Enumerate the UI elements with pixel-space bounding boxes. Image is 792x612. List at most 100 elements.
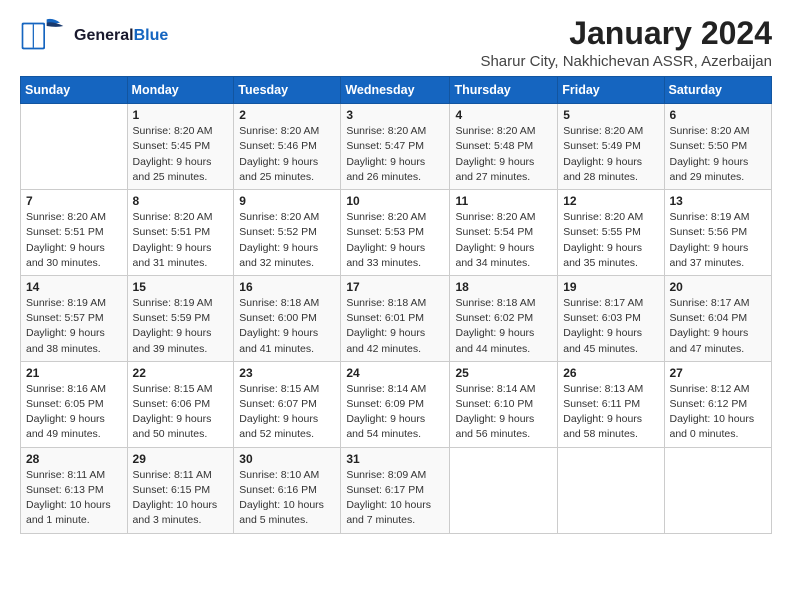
logo-text-block: GeneralBlue [74,27,168,45]
day-number: 26 [563,366,658,380]
day-info: Sunrise: 8:18 AM Sunset: 6:01 PM Dayligh… [346,296,444,357]
calendar-cell: 12Sunrise: 8:20 AM Sunset: 5:55 PM Dayli… [558,190,664,276]
day-info: Sunrise: 8:17 AM Sunset: 6:03 PM Dayligh… [563,296,658,357]
logo-general: GeneralBlue [74,27,168,45]
day-info: Sunrise: 8:10 AM Sunset: 6:16 PM Dayligh… [239,468,335,529]
day-number: 6 [670,108,767,122]
weekday-header-monday: Monday [127,77,234,104]
day-info: Sunrise: 8:18 AM Sunset: 6:02 PM Dayligh… [455,296,552,357]
day-info: Sunrise: 8:14 AM Sunset: 6:10 PM Dayligh… [455,382,552,443]
week-row-2: 7 Sunrise: 8:20 AM Sunset: 5:51 PM Daylig… [21,190,772,276]
day-info: Sunrise: 8:20 AM Sunset: 5:45 PM Dayligh… [133,124,229,185]
day-number: 1 [133,108,229,122]
day-number: 30 [239,452,335,466]
calendar-cell: 11 Sunrise: 8:20 AM Sunset: 5:54 PM Dayli… [450,190,558,276]
calendar-cell: 30 Sunrise: 8:10 AM Sunset: 6:16 PM Dayli… [234,447,341,533]
day-number: 22 [133,366,229,380]
day-number: 5 [563,108,658,122]
calendar-cell: 19 Sunrise: 8:17 AM Sunset: 6:03 PM Dayli… [558,275,664,361]
day-number: 3 [346,108,444,122]
calendar-cell: 9 Sunrise: 8:20 AM Sunset: 5:52 PM Daylig… [234,190,341,276]
calendar-cell: 8Sunrise: 8:20 AM Sunset: 5:51 PM Daylig… [127,190,234,276]
calendar-cell: 27 Sunrise: 8:12 AM Sunset: 6:12 PM Dayli… [664,361,772,447]
month-title: January 2024 [480,16,772,51]
day-info: Sunrise: 8:20 AM Sunset: 5:54 PM Dayligh… [455,210,552,271]
calendar-cell [450,447,558,533]
weekday-header-tuesday: Tuesday [234,77,341,104]
calendar-cell: 31Sunrise: 8:09 AM Sunset: 6:17 PM Dayli… [341,447,450,533]
day-info: Sunrise: 8:15 AM Sunset: 6:06 PM Dayligh… [133,382,229,443]
calendar-cell: 25 Sunrise: 8:14 AM Sunset: 6:10 PM Dayli… [450,361,558,447]
weekday-header-friday: Friday [558,77,664,104]
calendar-cell [21,104,128,190]
calendar-cell: 24Sunrise: 8:14 AM Sunset: 6:09 PM Dayli… [341,361,450,447]
day-number: 25 [455,366,552,380]
calendar-table: SundayMondayTuesdayWednesdayThursdayFrid… [20,76,772,533]
day-info: Sunrise: 8:11 AM Sunset: 6:15 PM Dayligh… [133,468,229,529]
day-number: 23 [239,366,335,380]
calendar-cell: 4 Sunrise: 8:20 AM Sunset: 5:48 PM Daylig… [450,104,558,190]
day-info: Sunrise: 8:20 AM Sunset: 5:48 PM Dayligh… [455,124,552,185]
calendar-cell: 3 Sunrise: 8:20 AM Sunset: 5:47 PM Daylig… [341,104,450,190]
day-info: Sunrise: 8:20 AM Sunset: 5:51 PM Dayligh… [133,210,229,271]
day-number: 14 [26,280,122,294]
logo-svg [20,16,70,56]
calendar-cell: 5 Sunrise: 8:20 AM Sunset: 5:49 PM Daylig… [558,104,664,190]
day-number: 29 [133,452,229,466]
day-number: 27 [670,366,767,380]
logo: GeneralBlue [20,16,168,56]
weekday-header-row: SundayMondayTuesdayWednesdayThursdayFrid… [21,77,772,104]
day-number: 7 [26,194,122,208]
day-info: Sunrise: 8:19 AM Sunset: 5:59 PM Dayligh… [133,296,229,357]
day-number: 12 [563,194,658,208]
day-number: 9 [239,194,335,208]
day-number: 4 [455,108,552,122]
day-number: 2 [239,108,335,122]
calendar-cell: 16Sunrise: 8:18 AM Sunset: 6:00 PM Dayli… [234,275,341,361]
day-info: Sunrise: 8:19 AM Sunset: 5:56 PM Dayligh… [670,210,767,271]
day-info: Sunrise: 8:20 AM Sunset: 5:50 PM Dayligh… [670,124,767,185]
week-row-5: 28 Sunrise: 8:11 AM Sunset: 6:13 PM Dayli… [21,447,772,533]
day-number: 21 [26,366,122,380]
day-info: Sunrise: 8:15 AM Sunset: 6:07 PM Dayligh… [239,382,335,443]
day-number: 15 [133,280,229,294]
week-row-3: 14 Sunrise: 8:19 AM Sunset: 5:57 PM Dayli… [21,275,772,361]
day-info: Sunrise: 8:19 AM Sunset: 5:57 PM Dayligh… [26,296,122,357]
day-number: 20 [670,280,767,294]
calendar-cell: 23 Sunrise: 8:15 AM Sunset: 6:07 PM Dayli… [234,361,341,447]
calendar-cell: 20Sunrise: 8:17 AM Sunset: 6:04 PM Dayli… [664,275,772,361]
day-info: Sunrise: 8:20 AM Sunset: 5:46 PM Dayligh… [239,124,335,185]
weekday-header-saturday: Saturday [664,77,772,104]
calendar-cell [558,447,664,533]
day-info: Sunrise: 8:09 AM Sunset: 6:17 PM Dayligh… [346,468,444,529]
day-info: Sunrise: 8:11 AM Sunset: 6:13 PM Dayligh… [26,468,122,529]
calendar-cell: 28 Sunrise: 8:11 AM Sunset: 6:13 PM Dayli… [21,447,128,533]
day-number: 28 [26,452,122,466]
week-row-1: 1 Sunrise: 8:20 AM Sunset: 5:45 PM Daylig… [21,104,772,190]
day-info: Sunrise: 8:16 AM Sunset: 6:05 PM Dayligh… [26,382,122,443]
day-info: Sunrise: 8:20 AM Sunset: 5:53 PM Dayligh… [346,210,444,271]
calendar-cell: 1 Sunrise: 8:20 AM Sunset: 5:45 PM Daylig… [127,104,234,190]
day-info: Sunrise: 8:12 AM Sunset: 6:12 PM Dayligh… [670,382,767,443]
day-info: Sunrise: 8:14 AM Sunset: 6:09 PM Dayligh… [346,382,444,443]
page: GeneralBlue January 2024 Sharur City, Na… [0,0,792,550]
calendar-cell: 7Sunrise: 8:20 AM Sunset: 5:51 PM Daylig… [21,190,128,276]
calendar-cell: 10Sunrise: 8:20 AM Sunset: 5:53 PM Dayli… [341,190,450,276]
calendar-cell: 14 Sunrise: 8:19 AM Sunset: 5:57 PM Dayli… [21,275,128,361]
day-number: 18 [455,280,552,294]
day-number: 13 [670,194,767,208]
calendar-cell: 2 Sunrise: 8:20 AM Sunset: 5:46 PM Daylig… [234,104,341,190]
header: GeneralBlue January 2024 Sharur City, Na… [20,16,772,70]
day-number: 19 [563,280,658,294]
calendar-cell: 21 Sunrise: 8:16 AM Sunset: 6:05 PM Dayli… [21,361,128,447]
week-row-4: 21 Sunrise: 8:16 AM Sunset: 6:05 PM Dayli… [21,361,772,447]
day-info: Sunrise: 8:20 AM Sunset: 5:47 PM Dayligh… [346,124,444,185]
weekday-header-thursday: Thursday [450,77,558,104]
day-info: Sunrise: 8:20 AM Sunset: 5:49 PM Dayligh… [563,124,658,185]
calendar-cell [664,447,772,533]
weekday-header-wednesday: Wednesday [341,77,450,104]
day-number: 17 [346,280,444,294]
day-number: 11 [455,194,552,208]
day-info: Sunrise: 8:20 AM Sunset: 5:52 PM Dayligh… [239,210,335,271]
day-info: Sunrise: 8:13 AM Sunset: 6:11 PM Dayligh… [563,382,658,443]
